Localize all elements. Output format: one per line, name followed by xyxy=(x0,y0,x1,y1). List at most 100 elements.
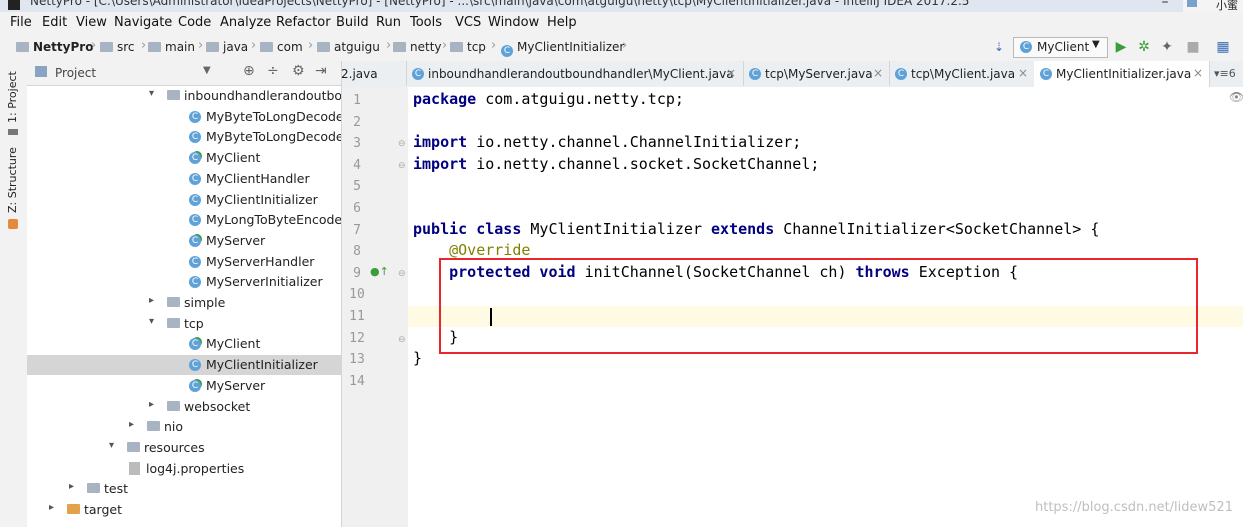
menu-tools[interactable]: Tools xyxy=(410,15,442,30)
breadcrumb-src[interactable]: src xyxy=(100,40,135,54)
tree-item[interactable]: ▾ tcp xyxy=(27,314,341,334)
tree-item[interactable]: C MyServerHandler xyxy=(27,252,341,272)
eye-icon[interactable]: 👁 xyxy=(1229,90,1243,104)
tree-item[interactable]: C MyServer xyxy=(27,376,341,396)
tree-item[interactable]: C MyClientHandler xyxy=(27,169,341,189)
close-icon[interactable]: × xyxy=(873,66,883,80)
project-structure-icon[interactable]: ▦ xyxy=(1214,38,1232,56)
tree-item[interactable]: C MyClientInitializer xyxy=(27,355,341,376)
class-icon: C xyxy=(189,255,201,268)
line-number-gutter: 1 2 3 4 5 6 7 8 9 10 11 12 13 14 ●↑ ⊖ ⊖ ⊖ ⊖ xyxy=(342,87,409,527)
tree-item[interactable]: ▸ target xyxy=(27,500,341,520)
chevron-down-icon[interactable]: ▾ xyxy=(149,88,154,99)
tree-item[interactable]: ▾ inboundhandlerandoutboundhandler xyxy=(27,86,341,106)
breadcrumb-myclientinitializer[interactable]: C MyClientInitializer xyxy=(501,40,624,57)
tab-inbound-myclient[interactable]: C inboundhandlerandoutboundhandler\MyCli… xyxy=(406,61,744,86)
breadcrumb-main[interactable]: main xyxy=(148,40,195,54)
user-avatar-icon xyxy=(1187,0,1197,7)
run-configuration-select[interactable]: C MyClient ▼ xyxy=(1013,37,1108,58)
build-icon[interactable]: ⇣ xyxy=(990,38,1008,56)
close-icon[interactable]: × xyxy=(1018,66,1028,80)
tree-item[interactable]: ▸ simple xyxy=(27,293,341,313)
menu-help[interactable]: Help xyxy=(547,15,577,30)
menu-file[interactable]: File xyxy=(10,15,32,30)
line-number: 8 xyxy=(353,244,361,260)
tree-item[interactable]: log4j.properties xyxy=(27,459,341,479)
fold-icon[interactable]: ⊖ xyxy=(398,139,406,149)
tree-item[interactable]: C MyClient xyxy=(27,148,341,168)
menu-refactor[interactable]: Refactor xyxy=(276,15,331,30)
chevron-down-icon[interactable]: ▾ xyxy=(109,440,114,451)
chevron-right-icon[interactable]: ▸ xyxy=(129,419,134,430)
menu-run[interactable]: Run xyxy=(376,15,401,30)
close-icon[interactable]: × xyxy=(726,66,736,80)
menu-navigate[interactable]: Navigate xyxy=(114,15,172,30)
tree-item-label: MyClientInitializer xyxy=(206,191,318,207)
chevron-right-icon[interactable]: ▸ xyxy=(49,502,54,513)
tree-item-label: MyLongToByteEncoder xyxy=(206,212,341,228)
gear-icon[interactable]: ⚙ xyxy=(292,63,305,79)
tree-item-label: test xyxy=(104,481,129,497)
folder-icon xyxy=(16,42,29,52)
menu-window[interactable]: Window xyxy=(488,15,539,30)
chevron-right-icon[interactable]: ▸ xyxy=(149,295,154,306)
tree-item[interactable]: ▸ websocket xyxy=(27,397,341,417)
tree-item[interactable]: C MyServer xyxy=(27,231,341,251)
tab-tcp-myserver[interactable]: C tcp\MyServer.java × xyxy=(743,61,890,86)
structure-tool-tab[interactable]: Z: Structure xyxy=(6,147,19,213)
tree-item[interactable]: ▾ resources xyxy=(27,438,341,458)
code-token: @Override xyxy=(413,241,531,260)
tree-item[interactable]: C MyLongToByteEncoder xyxy=(27,210,341,230)
project-tool-tab[interactable]: 1: Project xyxy=(6,71,19,123)
menu-edit[interactable]: Edit xyxy=(42,15,67,30)
tab-tcp-myclient[interactable]: C tcp\MyClient.java × xyxy=(889,61,1035,86)
hide-panel-icon[interactable]: ⇥ xyxy=(315,63,327,79)
chevron-right-icon: › xyxy=(386,38,392,53)
tab-myclientinitializer[interactable]: C MyClientInitializer.java × xyxy=(1034,61,1210,88)
code-editor[interactable]: package com.atguigu.netty.tcp; import io.… xyxy=(408,87,1243,527)
menu-build[interactable]: Build xyxy=(336,15,369,30)
stop-icon[interactable]: ■ xyxy=(1184,38,1202,56)
fold-icon[interactable]: ⊖ xyxy=(398,335,406,345)
folder-icon xyxy=(87,483,100,494)
run-icon[interactable]: ▶ xyxy=(1112,38,1130,56)
tree-item[interactable]: C MyServerInitializer xyxy=(27,272,341,292)
fold-icon[interactable]: ⊖ xyxy=(398,269,406,279)
debug-icon[interactable]: ✲ xyxy=(1135,38,1153,56)
close-icon[interactable]: × xyxy=(1193,66,1203,80)
tree-item-label: log4j.properties xyxy=(146,460,245,476)
chevron-right-icon[interactable]: ▸ xyxy=(149,399,154,410)
tree-item[interactable]: C MyClient xyxy=(27,334,341,354)
tree-item[interactable]: ▸ test xyxy=(27,479,341,499)
minimize-icon[interactable]: – xyxy=(1150,0,1180,10)
code-token: io.netty.channel.ChannelInitializer; xyxy=(467,133,802,152)
class-icon: C xyxy=(501,45,513,57)
tree-item[interactable]: C MyByteToLongDecoder2 xyxy=(27,127,341,147)
collapse-all-icon[interactable]: ÷ xyxy=(267,63,279,79)
tree-item[interactable]: C MyClientInitializer xyxy=(27,190,341,210)
breadcrumb-netty[interactable]: netty xyxy=(393,40,442,54)
override-icon[interactable]: ●↑ xyxy=(370,265,389,278)
chevron-right-icon: › xyxy=(491,38,497,53)
breadcrumb-com[interactable]: com xyxy=(260,40,303,54)
scroll-from-source-icon[interactable]: ⊕ xyxy=(243,63,255,79)
menu-code[interactable]: Code xyxy=(178,15,211,30)
menu-vcs[interactable]: VCS xyxy=(455,15,481,30)
menu-view[interactable]: View xyxy=(76,15,107,30)
breadcrumb-tcp[interactable]: tcp xyxy=(450,40,486,54)
tabs-overflow-button[interactable]: ▾≡6 xyxy=(1214,67,1236,80)
fold-icon[interactable]: ⊖ xyxy=(398,161,406,171)
tree-item[interactable]: C MyByteToLongDecoder xyxy=(27,107,341,127)
tab-2-java[interactable]: 2.java xyxy=(341,61,407,86)
tree-item[interactable]: ▸ nio xyxy=(27,417,341,437)
chevron-down-icon[interactable]: ▾ xyxy=(149,316,154,327)
chevron-right-icon: › xyxy=(91,38,97,53)
chevron-right-icon[interactable]: ▸ xyxy=(69,481,74,492)
coverage-icon[interactable]: ✦ xyxy=(1158,38,1176,56)
breadcrumb-atguigu[interactable]: atguigu xyxy=(317,40,380,54)
breadcrumb-java[interactable]: java xyxy=(206,40,248,54)
breadcrumb-nettypro[interactable]: NettyPro xyxy=(16,40,93,54)
chevron-down-icon[interactable]: ▼ xyxy=(203,65,211,76)
user-chip: 小蜜 xyxy=(1183,0,1243,12)
menu-analyze[interactable]: Analyze xyxy=(220,15,271,30)
